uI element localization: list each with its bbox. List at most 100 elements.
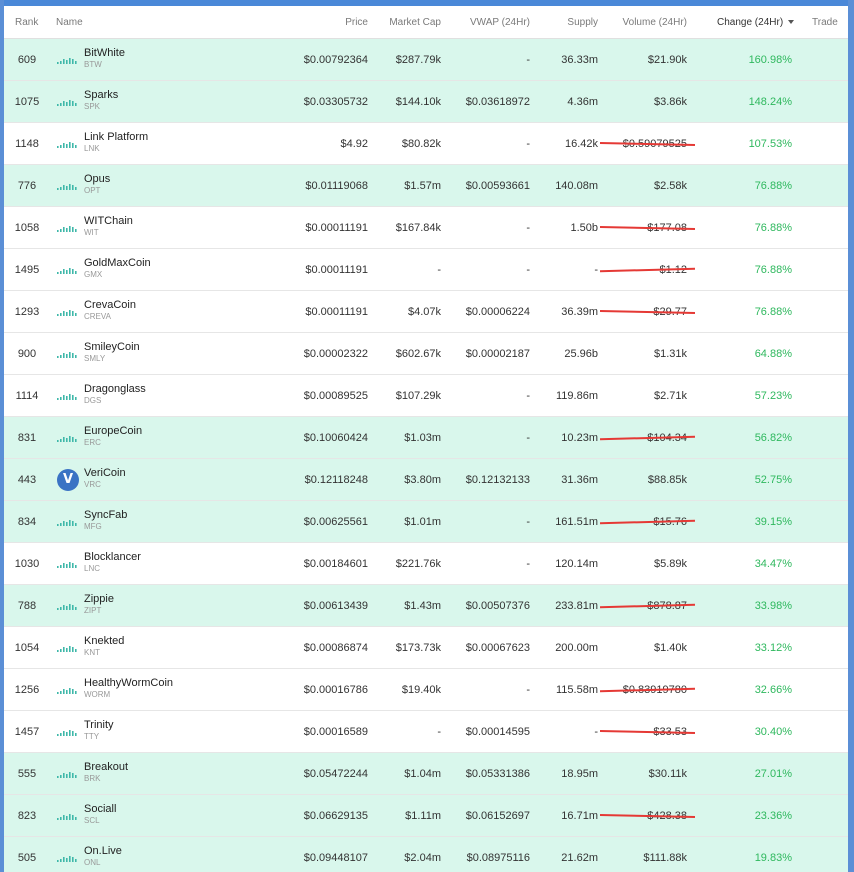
vwap-cell: - [526,54,530,66]
table-row[interactable]: 1148Link PlatformLNK$4.92$80.82k-16.42k$… [4,123,848,165]
coin-symbol: SPK [84,102,101,111]
coin-name-link[interactable]: Blocklancer [84,551,141,563]
table-row[interactable]: 1030 Blocklancer LNC $0.00184601 $221.76k - 12… [4,543,848,585]
price-cell: $4.92 [340,138,368,150]
coin-symbol: LNK [84,144,100,153]
coin-name-link[interactable]: GoldMaxCoin [84,257,151,269]
change-cell: 19.83% [754,852,792,864]
coin-name-link[interactable]: Zippie [84,593,114,605]
table-row[interactable]: 1054 Knekted KNT $0.00086874 $173.73k $0.0006… [4,627,848,669]
price-cell: $0.00184601 [303,558,368,570]
table-row[interactable]: 776 Opus OPT $0.01119068 $1.57m $0.00593661 14… [4,165,848,207]
vwap-cell: $0.00014595 [465,726,530,738]
price-cell: $0.00011191 [305,222,368,234]
change-cell: 56.82% [754,432,792,444]
coin-name-link[interactable]: HealthyWormCoin [84,677,173,689]
volume-cell: $88.85k [647,474,687,486]
coin-name-link[interactable]: Dragonglass [84,383,146,395]
coin-name-link[interactable]: Trinity [84,719,114,731]
supply-cell: 140.08m [555,180,598,192]
col-name-header[interactable]: Name [56,17,83,28]
coin-name-link[interactable]: Breakout [84,761,128,773]
table-row[interactable]: 1457TrinityTTY$0.00016589-$0.00014595-$3… [4,711,848,753]
change-cell: 76.88% [754,264,792,276]
table-row[interactable]: 555 Breakout BRK $0.05472244 $1.04m $0.053313… [4,753,848,795]
col-volume-header[interactable]: Volume (24Hr) [604,17,687,28]
coin-name-link[interactable]: VeriCoin [84,467,126,479]
rank-cell: 505 [17,852,37,864]
table-row[interactable]: 609 BitWhite BTW $0.00792364 $287.79k - 36.33m… [4,39,848,81]
sparkline-icon [57,392,79,402]
coin-name-link[interactable]: CrevaCoin [84,299,136,311]
coin-name-link[interactable]: Sociall [84,803,116,815]
rank-cell: 1293 [14,306,40,318]
market-cap-cell: $602.67k [395,348,441,360]
coin-name-link[interactable]: Opus [84,173,110,185]
supply-cell: 4.36m [567,96,598,108]
sparkline-icon [57,686,79,696]
coin-name-link[interactable]: SmileyCoin [84,341,140,353]
change-cell: 33.12% [754,642,792,654]
coin-symbol: BRK [84,774,101,783]
coin-symbol: OPT [84,186,101,195]
rank-cell: 555 [17,768,37,780]
supply-cell: 36.33m [561,54,598,66]
col-change-header[interactable]: Change (24Hr) [717,17,795,28]
table-row[interactable]: 831 EuropeCoin ERC $0.10060424 $1.03m - 10.23m… [4,417,848,459]
coin-name-link[interactable]: Sparks [84,89,118,101]
col-vwap-header[interactable]: VWAP (24Hr) [444,17,530,28]
supply-cell: 16.71m [561,810,598,822]
table-row[interactable]: 823 Sociall SCL $0.06629135 $1.11m $0.0615269… [4,795,848,837]
table-row[interactable]: 1256 HealthyWormCoin WORM $0.00016786 $19.40… [4,669,848,711]
rank-cell: 1114 [15,390,39,402]
table-row[interactable]: 900 SmileyCoin SMLY $0.00002322 $602.67k $0.0… [4,333,848,375]
coin-symbol: SMLY [84,354,106,363]
coin-name-link[interactable]: On.Live [84,845,122,857]
table-row[interactable]: 788 Zippie ZIPT $0.00613439 $1.43m $0.0050737… [4,585,848,627]
coin-name-link[interactable]: Knekted [84,635,124,647]
table-row[interactable]: 1495GoldMaxCoinGMX$0.00011191---$1.1276.… [4,249,848,291]
table-row[interactable]: 443 V VeriCoin VRC $0.12118248 $3.80m $0.12132… [4,459,848,501]
coin-name-link[interactable]: WITChain [84,215,133,227]
vwap-cell: $0.12132133 [465,474,530,486]
market-cap-cell: $19.40k [401,684,441,696]
price-cell: $0.00016589 [303,726,368,738]
table-row[interactable]: 834SyncFabMFG$0.00625561$1.01m-161.51m$1… [4,501,848,543]
coin-symbol: WORM [84,690,111,699]
table-row[interactable]: 1293 CrevaCoin CREVA $0.00011191 $4.07k $0.00… [4,291,848,333]
col-price-header[interactable]: Price [304,17,368,28]
table-row[interactable]: 1114 Dragonglass DGS $0.00089525 $107.29k - 11… [4,375,848,417]
coin-name-link[interactable]: BitWhite [84,47,125,59]
price-cell: $0.00002322 [303,348,368,360]
supply-cell: 18.95m [561,768,598,780]
change-cell: 27.01% [754,768,792,780]
supply-cell: 31.36m [561,474,598,486]
coin-name-link[interactable]: Link Platform [84,131,148,143]
coin-symbol: SCL [84,816,100,825]
sparkline-icon [57,602,79,612]
table-row[interactable]: 1075 Sparks SPK $0.03305732 $144.10k $0.03618… [4,81,848,123]
col-market-cap-header[interactable]: Market Cap [374,17,441,28]
market-cap-cell: $4.07k [407,306,441,318]
coin-name-link[interactable]: SyncFab [84,509,127,521]
rank-cell: 1148 [15,138,39,150]
rank-cell: 834 [17,516,37,528]
coin-symbol: LNC [84,564,101,573]
table-row[interactable]: 1058 WITChain WIT $0.00011191 $167.84k - 1.50b… [4,207,848,249]
vwap-cell: $0.00006224 [465,306,530,318]
market-cap-cell: $287.79k [395,54,441,66]
coin-symbol: BTW [84,60,102,69]
col-rank-header[interactable]: Rank [15,17,38,28]
market-cap-cell: $80.82k [401,138,441,150]
coin-name-link[interactable]: EuropeCoin [84,425,142,437]
market-cap-cell: - [437,726,441,738]
table-row[interactable]: 505 On.Live ONL $0.09448107 $2.04m $0.0897511… [4,837,848,872]
market-cap-cell: $3.80m [404,474,441,486]
price-cell: $0.00086874 [303,642,368,654]
supply-cell: 200.00m [555,642,598,654]
change-cell: 107.53% [748,138,792,150]
col-supply-header[interactable]: Supply [534,17,598,28]
volume-cell: $111.88k [643,852,687,864]
assets-table: Rank Name Price Market Cap VWAP (24Hr) S… [4,6,848,872]
market-cap-cell: $1.57m [404,180,441,192]
